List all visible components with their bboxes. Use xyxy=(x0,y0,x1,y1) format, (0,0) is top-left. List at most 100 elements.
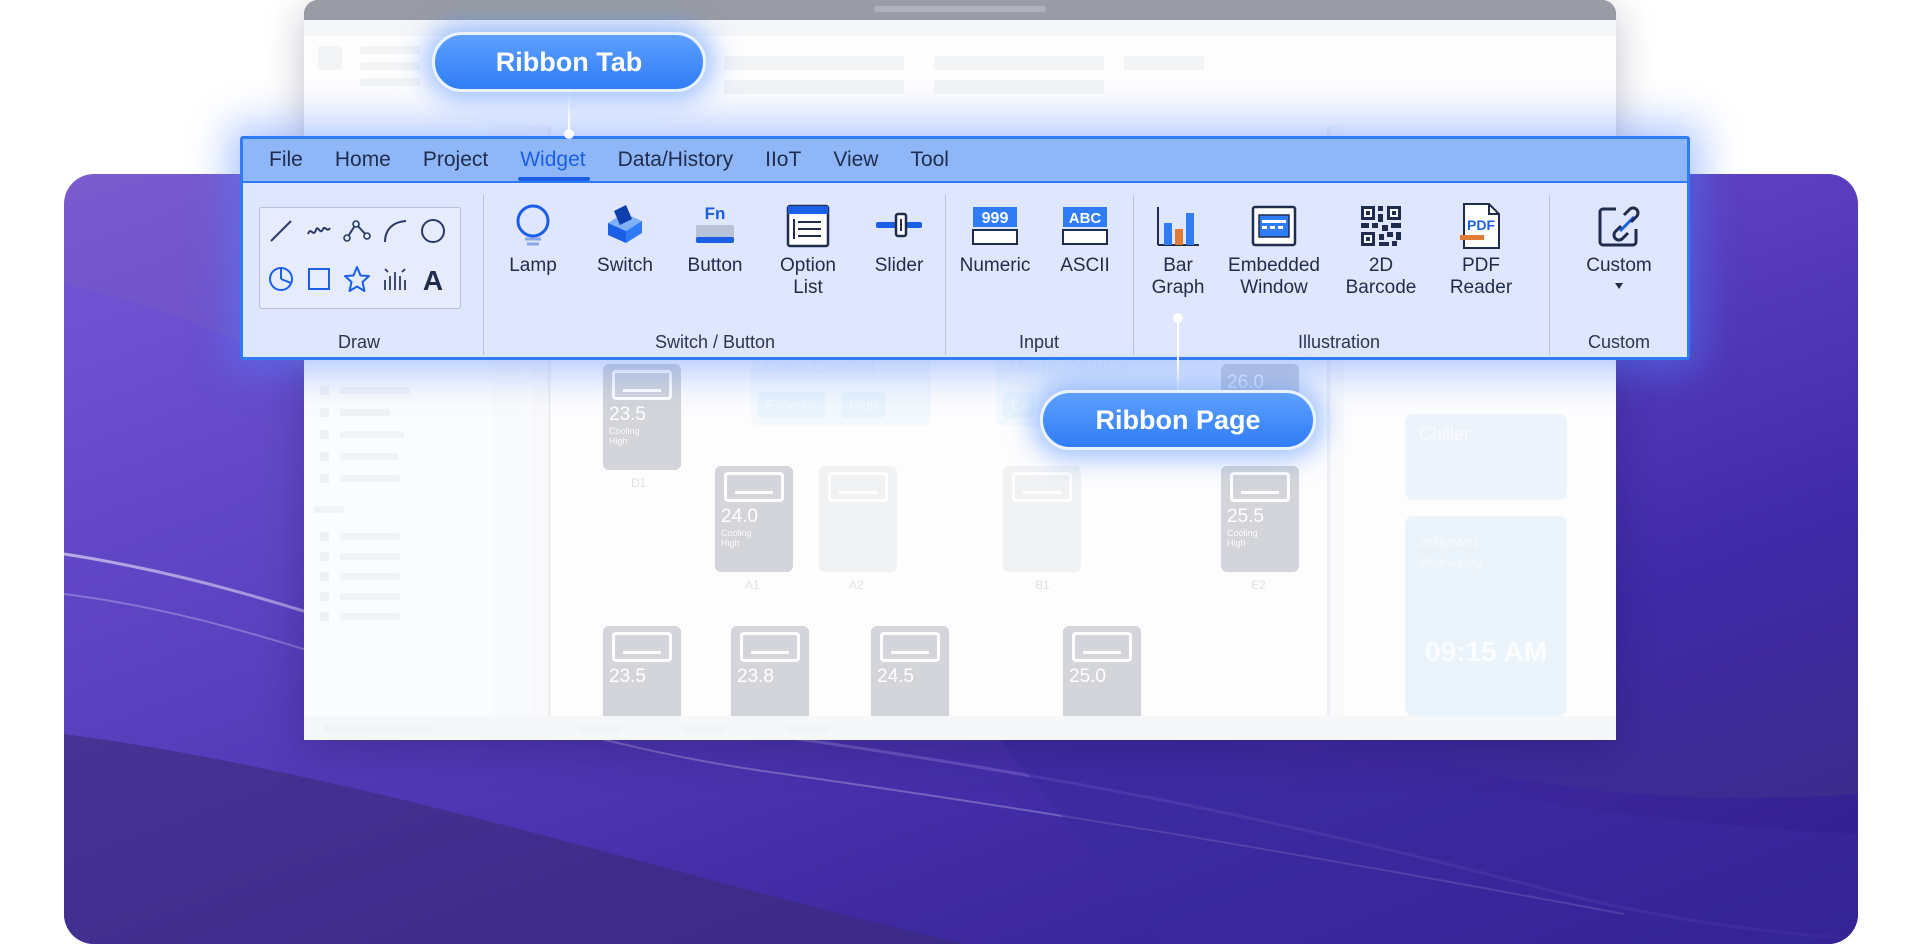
ribbon: File Home Project Widget Data/History II… xyxy=(240,136,1690,360)
ac-mode: Cooling xyxy=(609,426,640,436)
group-separator xyxy=(1133,195,1134,355)
tree-bullet xyxy=(320,552,329,561)
freehand-icon[interactable] xyxy=(304,216,334,246)
star-icon[interactable] xyxy=(342,264,372,294)
pdf-icon-text: PDF xyxy=(1467,217,1495,233)
chiller-title: Chiller xyxy=(1419,424,1471,444)
option-list-button[interactable]: Option List xyxy=(763,201,853,299)
ac-mode: Cooling xyxy=(721,528,752,538)
app-window: Area Control Exhaust High Mode Control E… xyxy=(304,0,1616,740)
ghost-row xyxy=(724,56,904,70)
ac-unit-b1[interactable] xyxy=(1003,466,1081,572)
ac-temp: 24.5 xyxy=(877,666,914,687)
text-icon[interactable]: A xyxy=(418,264,448,294)
scale-icon[interactable] xyxy=(380,264,410,294)
tree-bullet xyxy=(320,612,329,621)
bar-graph-label: Bar Graph xyxy=(1151,255,1205,298)
ac-icon xyxy=(880,632,940,662)
tree-bullet xyxy=(320,408,329,417)
slider-label: Slider xyxy=(874,255,924,276)
ac-temp: 23.8 xyxy=(737,666,774,687)
group-input: 999 Numeric ABC ASCII Input xyxy=(947,183,1131,357)
ac-fan: High xyxy=(721,538,740,548)
ac-icon xyxy=(1230,472,1290,502)
ac-label-e2: E2 xyxy=(1251,578,1266,592)
clock-day: Wednesday xyxy=(1419,556,1483,570)
group-custom: Custom Custom xyxy=(1551,183,1687,357)
pdf-reader-button[interactable]: PDF PDF Reader xyxy=(1435,201,1527,299)
ac-unit-e2[interactable]: 25.5 Cooling High xyxy=(1221,466,1299,572)
group-label-illustration: Illustration xyxy=(1297,332,1381,352)
barcode-button[interactable]: 2D Barcode xyxy=(1333,201,1429,299)
button-label: Button xyxy=(687,255,743,276)
line-icon[interactable] xyxy=(266,216,296,246)
ascii-icon: ABC xyxy=(1062,207,1108,245)
slider-button[interactable]: Slider xyxy=(859,201,939,277)
ac-unit-a2[interactable] xyxy=(819,466,897,572)
rectangle-icon[interactable] xyxy=(304,264,334,294)
numeric-button[interactable]: 999 Numeric xyxy=(951,201,1039,277)
exhaust-chip: Exhaust xyxy=(758,392,825,418)
lamp-label: Lamp xyxy=(509,255,557,276)
group-switch-button: Lamp Switch Fn Button Option List Slider… xyxy=(485,183,945,357)
tab-view[interactable]: View xyxy=(833,139,878,181)
ghost-row xyxy=(934,56,1104,70)
ascii-button[interactable]: ABC ASCII xyxy=(1043,201,1127,277)
tree-bullet xyxy=(320,430,329,439)
tab-home[interactable]: Home xyxy=(335,139,391,181)
ghost-icon xyxy=(318,46,342,70)
slider-icon xyxy=(876,212,922,238)
tab-data-history[interactable]: Data/History xyxy=(618,139,734,181)
ac-icon xyxy=(1072,632,1132,662)
function-button[interactable]: Fn Button xyxy=(673,201,757,277)
polyline-icon[interactable] xyxy=(342,216,372,246)
arc-icon[interactable] xyxy=(380,216,410,246)
switch-label: Switch xyxy=(597,255,653,276)
ghost-line xyxy=(360,78,420,86)
ribbon-page-connector xyxy=(1177,318,1179,392)
switch-button[interactable]: Switch xyxy=(583,201,667,277)
tab-iiot[interactable]: IIoT xyxy=(765,139,801,181)
ghost-row xyxy=(934,80,1104,94)
pdf-icon: PDF xyxy=(1460,203,1500,249)
bar-graph-button[interactable]: Bar Graph xyxy=(1143,201,1213,299)
ac-label-b1: B1 xyxy=(1035,578,1050,592)
ac-icon xyxy=(612,370,672,400)
pie-icon[interactable] xyxy=(266,264,296,294)
chiller-card: Chiller xyxy=(1405,414,1567,500)
embedded-window-button[interactable]: Embedded Window xyxy=(1219,201,1329,299)
titlebar-notch xyxy=(874,6,1046,12)
embedded-window-icon xyxy=(1251,205,1297,247)
ac-label-d1: D1 xyxy=(631,476,647,490)
ascii-label: ASCII xyxy=(1060,255,1110,276)
custom-button[interactable]: Custom xyxy=(1569,201,1669,291)
tab-tool[interactable]: Tool xyxy=(910,139,949,181)
ac-unit-d1[interactable]: 23.5 Cooling High xyxy=(603,364,681,470)
clock-date: 2026/04/01 xyxy=(1419,536,1480,550)
numeric-icon: 999 xyxy=(972,207,1018,245)
button-icon: Fn xyxy=(696,204,734,243)
circle-icon[interactable] xyxy=(418,216,448,246)
ascii-icon-text: ABC xyxy=(1069,210,1102,227)
ac-label-a1: A1 xyxy=(745,578,760,592)
tree-bullet xyxy=(320,592,329,601)
tab-project[interactable]: Project xyxy=(423,139,488,181)
bar-graph-icon xyxy=(1157,207,1199,246)
clock-card: 2026/04/01 Wednesday 09:15 AM xyxy=(1405,516,1567,716)
group-separator xyxy=(945,195,946,355)
clock-time: 09:15 AM xyxy=(1425,636,1547,667)
tab-file[interactable]: File xyxy=(269,139,303,181)
ghost-row xyxy=(724,80,904,94)
button-icon-text: Fn xyxy=(705,204,726,223)
tree-bullet xyxy=(320,452,329,461)
ac-icon xyxy=(724,472,784,502)
lamp-button[interactable]: Lamp xyxy=(493,201,573,277)
group-illustration: Bar Graph Embedded Window 2D Barcode PDF… xyxy=(1135,183,1543,357)
tab-widget[interactable]: Widget xyxy=(518,139,590,181)
ac-unit-a1[interactable]: 24.0 Cooling High xyxy=(715,466,793,572)
tree-bullet xyxy=(320,532,329,541)
high-chip: High xyxy=(841,392,886,418)
link-icon xyxy=(1598,206,1640,247)
ac-icon xyxy=(740,632,800,662)
chevron-down-icon[interactable] xyxy=(1612,281,1626,291)
